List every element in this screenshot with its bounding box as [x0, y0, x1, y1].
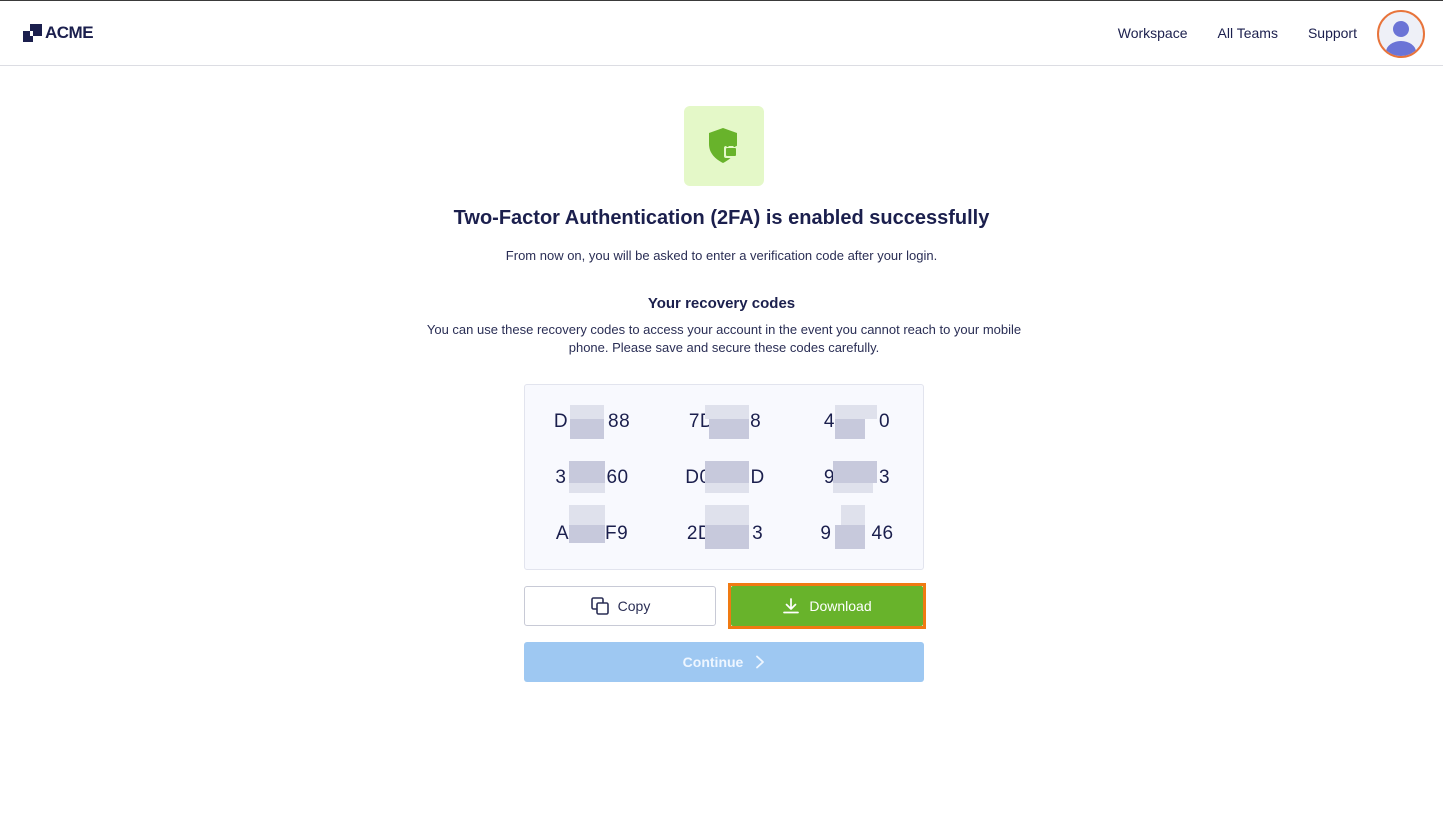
download-icon — [783, 598, 800, 614]
redaction-mask — [709, 419, 749, 439]
recovery-code-suffix: F9 — [605, 523, 629, 544]
continue-button-label: Continue — [682, 654, 744, 670]
recovery-code-prefix: 9 — [820, 523, 832, 544]
redaction-mask — [569, 525, 605, 543]
recovery-codes-box: D 88 7D 8 40 3 60 D0 D 93 A F9 2D 3 9 46 — [524, 384, 924, 570]
logo-text: ACME — [45, 23, 94, 42]
nav-support-link[interactable]: Support — [1308, 25, 1357, 41]
shield-badge — [684, 106, 764, 186]
nav-all-teams-link[interactable]: All Teams — [1218, 25, 1278, 41]
top-navigation-bar: ACME Workspace All Teams Support — [0, 0, 1443, 66]
page-subtitle: From now on, you will be asked to enter … — [505, 248, 938, 263]
recovery-codes-heading: Your recovery codes — [647, 295, 796, 312]
recovery-codes-description: You can use these recovery codes to acce… — [426, 322, 1022, 355]
recovery-code-prefix: A — [555, 523, 569, 544]
acme-logo-icon — [23, 24, 42, 42]
download-button[interactable]: Download — [731, 586, 923, 626]
redaction-mask — [570, 405, 604, 419]
page-title: Two-Factor Authentication (2FA) is enabl… — [453, 207, 990, 229]
recovery-code-suffix: 3 — [752, 523, 764, 544]
continue-button[interactable]: Continue — [524, 642, 924, 682]
recovery-code-suffix: 60 — [606, 467, 629, 488]
redaction-mask — [570, 419, 604, 439]
redaction-mask — [833, 483, 873, 493]
redaction-mask — [705, 505, 749, 525]
redaction-mask — [569, 483, 605, 493]
recovery-code-suffix: 88 — [608, 411, 631, 432]
recovery-code-suffix: 3 — [879, 467, 891, 488]
redaction-mask — [833, 461, 877, 483]
redaction-mask — [835, 419, 865, 439]
main-nav: Workspace All Teams Support — [1118, 25, 1357, 41]
recovery-code-suffix: 46 — [871, 523, 894, 544]
chevron-right-icon — [756, 655, 765, 669]
redaction-mask — [705, 461, 749, 483]
redaction-mask — [705, 525, 749, 549]
download-button-label: Download — [809, 598, 872, 614]
shield-lock-icon — [709, 128, 738, 163]
recovery-code-prefix: D — [553, 411, 569, 432]
redaction-mask — [835, 405, 877, 419]
nav-workspace-link[interactable]: Workspace — [1118, 25, 1188, 41]
copy-button-label: Copy — [617, 598, 651, 614]
redaction-mask — [569, 461, 605, 483]
recovery-code-prefix: 3 — [555, 467, 567, 488]
redaction-mask — [705, 483, 749, 493]
user-avatar-button[interactable] — [1377, 10, 1425, 58]
copy-button[interactable]: Copy — [524, 586, 716, 626]
user-avatar-icon — [1386, 21, 1416, 56]
recovery-code-prefix: 4 — [823, 411, 835, 432]
acme-logo[interactable]: ACME — [23, 23, 94, 43]
redaction-mask — [569, 505, 605, 525]
recovery-code-suffix: 8 — [750, 411, 762, 432]
recovery-code-suffix: 0 — [879, 411, 891, 432]
redaction-mask — [835, 525, 865, 549]
recovery-code-suffix: D — [750, 467, 765, 488]
redaction-mask — [841, 505, 865, 525]
redaction-mask — [705, 405, 749, 419]
copy-icon — [590, 597, 609, 615]
